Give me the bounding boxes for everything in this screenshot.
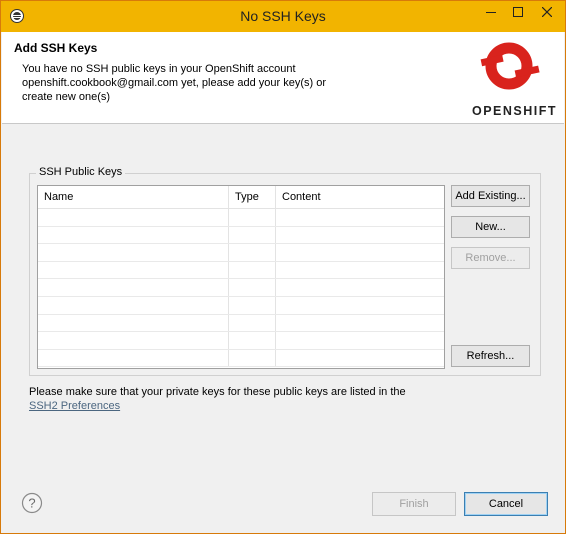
openshift-logo [480,42,540,90]
header-message-line: openshift.cookbook@gmail.com yet, please… [22,77,327,89]
column-header-type[interactable]: Type [228,186,275,208]
column-label: Name [44,191,74,203]
dialog-window: No SSH Keys Add SSH Keys You have no SSH… [0,0,566,534]
preferences-note: Please make sure that your private keys … [29,386,406,398]
finish-button[interactable]: Finish [372,492,456,516]
column-label: Type [235,191,259,203]
header-message: You have no SSH public keys in your Open… [22,62,352,104]
column-label: Content [282,191,321,203]
column-header-content[interactable]: Content [275,186,444,208]
new-key-button[interactable]: New... [451,216,530,238]
close-icon [542,7,552,17]
minimize-button[interactable] [477,1,505,23]
table-row [38,279,444,297]
header-message-line: create new one(s) [22,91,111,103]
table-row [38,296,444,315]
close-button[interactable] [531,1,563,23]
wizard-header: Add SSH Keys You have no SSH public keys… [2,32,564,124]
table-row [38,349,444,368]
add-existing-button[interactable]: Add Existing... [451,185,530,207]
svg-text:?: ? [28,496,35,511]
ssh-keys-table[interactable]: Name Type Content [37,185,445,369]
table-row [38,314,444,333]
table-body [38,209,444,368]
page-title: Add SSH Keys [14,41,98,55]
minimize-icon [486,12,496,13]
maximize-icon [513,7,523,17]
ssh2-preferences-link[interactable]: SSH2 Preferences [29,400,120,412]
table-row [38,244,444,262]
table-row [38,226,444,245]
remove-button[interactable]: Remove... [451,247,530,269]
help-icon[interactable]: ? [21,492,43,514]
group-legend: SSH Public Keys [36,166,126,178]
refresh-button[interactable]: Refresh... [451,345,530,367]
column-header-name[interactable]: Name [38,186,228,208]
title-bar[interactable]: No SSH Keys [1,1,565,32]
table-row [38,261,444,280]
table-row [38,209,444,227]
cancel-button[interactable]: Cancel [464,492,548,516]
maximize-button[interactable] [504,1,532,23]
table-header: Name Type Content [38,186,444,209]
logo-wordmark: OPENSHIFT [472,104,558,118]
header-message-line: You have no SSH public keys in your Open… [22,63,296,75]
table-row [38,332,444,350]
